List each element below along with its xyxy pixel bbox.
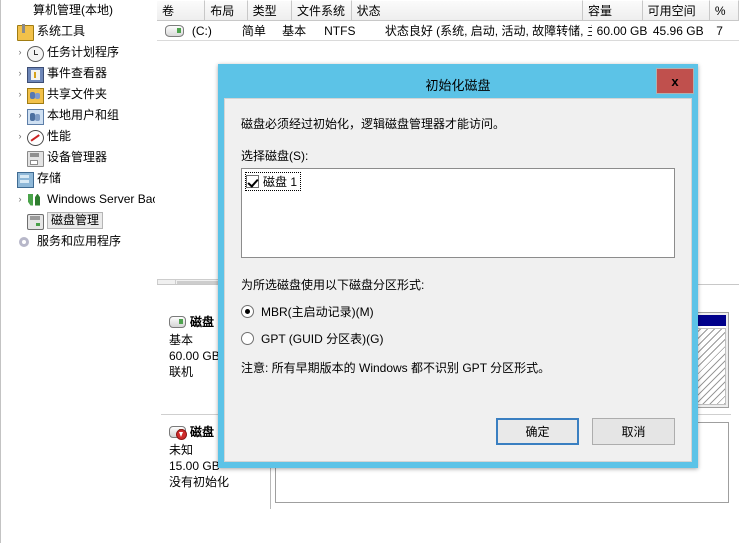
volume-list-header: 卷 布局 类型 文件系统 状态 容量 可用空间 %	[157, 0, 739, 21]
radio-icon[interactable]	[241, 332, 254, 345]
column-header-layout[interactable]: 布局	[205, 0, 248, 20]
expander-icon[interactable]: ›	[14, 42, 26, 63]
column-header-percent[interactable]: %	[709, 0, 739, 20]
dialog-note: 注意: 所有早期版本的 Windows 都不识别 GPT 分区形式。	[241, 361, 551, 375]
cell-capacity: 60.00 GB	[596, 23, 648, 38]
tree-item-label: Windows Server Back	[47, 192, 155, 206]
performance-icon	[26, 129, 44, 146]
ok-button[interactable]: 确定	[496, 418, 579, 445]
tree-item-label: 任务计划程序	[47, 45, 120, 59]
tree-item-local-users[interactable]: › 本地用户和组	[0, 105, 155, 126]
disk-listbox[interactable]: 磁盘 1	[241, 168, 675, 258]
tree-item-label: 本地用户和组	[47, 108, 120, 122]
partition-style-label: 为所选磁盘使用以下磁盘分区形式:	[241, 278, 425, 292]
checkbox-icon[interactable]	[246, 175, 259, 188]
tree-item-label: 设备管理器	[47, 150, 108, 164]
cell-percent: 7	[716, 23, 723, 38]
cancel-button[interactable]: 取消	[592, 418, 675, 445]
tree-item-device-manager[interactable]: 设备管理器	[0, 147, 155, 168]
tree-item-label: 事件查看器	[47, 66, 108, 80]
dialog-titlebar[interactable]: 初始化磁盘 x	[224, 68, 694, 98]
computer-management-window: 算机管理(本地) 系统工具 › 任务计划程序 › 事件查看器 › 共享文件夹 ›…	[0, 0, 739, 543]
computer-icon	[12, 3, 30, 19]
radio-gpt[interactable]: GPT (GUID 分区表)(G)	[241, 330, 675, 347]
disk-state-1: 没有初始化	[169, 475, 230, 489]
tree-item-label: 服务和应用程序	[37, 234, 122, 248]
storage-icon	[16, 171, 34, 188]
column-header-filesystem[interactable]: 文件系统	[292, 0, 352, 20]
uninitialized-disk-icon	[169, 425, 187, 440]
dialog-body: 磁盘必须经过初始化，逻辑磁盘管理器才能访问。 选择磁盘(S): 磁盘 1 为所选…	[224, 98, 692, 462]
tree-item-label: 性能	[47, 129, 72, 143]
tree-item-performance[interactable]: › 性能	[0, 126, 155, 147]
tree-item-label: 磁盘管理	[47, 212, 104, 229]
volume-icon	[157, 24, 192, 37]
expander-icon[interactable]: ›	[14, 84, 26, 105]
tools-icon	[16, 23, 34, 41]
local-users-icon	[26, 108, 44, 125]
column-header-volume[interactable]: 卷	[157, 0, 206, 20]
radio-label: GPT (GUID 分区表)(G)	[261, 332, 384, 346]
shared-folder-icon	[26, 87, 44, 104]
cell-layout: 简单	[241, 24, 266, 38]
tree-item-shared-folders[interactable]: › 共享文件夹	[0, 84, 155, 105]
tree-item-event-viewer[interactable]: › 事件查看器	[0, 63, 155, 84]
tree-item-label: 共享文件夹	[47, 87, 108, 101]
initialize-disk-dialog: 初始化磁盘 x 磁盘必须经过初始化，逻辑磁盘管理器才能访问。 选择磁盘(S): …	[218, 64, 698, 468]
expander-icon[interactable]: ›	[14, 105, 26, 126]
cell-type: 基本	[282, 24, 307, 38]
column-header-free[interactable]: 可用空间	[642, 0, 710, 20]
disk-label: 磁盘	[190, 315, 215, 329]
radio-label: MBR(主启动记录)(M)	[261, 305, 374, 319]
close-icon[interactable]: x	[656, 68, 694, 94]
tree-item-disk-management[interactable]: 磁盘管理	[0, 210, 155, 231]
tree-item-task-scheduler[interactable]: › 任务计划程序	[0, 42, 155, 63]
disk-label: 磁盘	[190, 425, 215, 439]
disk-management-icon	[26, 213, 44, 230]
column-header-status[interactable]: 状态	[351, 0, 583, 20]
tree-item-label: 存储	[37, 171, 62, 185]
tree-item-0[interactable]: 算机管理(本地)	[0, 0, 155, 21]
cell-free-space: 45.96 GB	[652, 23, 704, 38]
cell-volume-name: (C:)	[191, 23, 212, 38]
dialog-buttons: 确定 取消	[496, 418, 675, 445]
column-header-type[interactable]: 类型	[247, 0, 293, 20]
column-header-capacity[interactable]: 容量	[582, 0, 643, 20]
list-item[interactable]: 磁盘 1	[245, 172, 302, 191]
radio-mbr[interactable]: MBR(主启动记录)(M)	[241, 303, 675, 320]
expander-icon[interactable]: ›	[14, 126, 26, 147]
expander-icon[interactable]: ›	[14, 63, 26, 84]
expander-icon[interactable]: ›	[14, 189, 26, 210]
basic-disk-icon	[169, 315, 186, 328]
clock-icon	[26, 45, 44, 62]
tree-item-windows-server-backup[interactable]: › Windows Server Back	[0, 189, 156, 210]
dialog-intro-text: 磁盘必须经过初始化，逻辑磁盘管理器才能访问。	[241, 117, 506, 131]
tree-item-storage[interactable]: 存储	[0, 168, 155, 189]
tree-item-system-tools[interactable]: 系统工具	[0, 21, 155, 42]
cell-filesystem: NTFS	[324, 23, 356, 38]
pane-splitter[interactable]	[0, 0, 1, 543]
table-row[interactable]: (C:) 简单 基本 NTFS 状态良好 (系统, 启动, 活动, 故障转储, …	[157, 21, 739, 40]
dialog-title: 初始化磁盘	[425, 77, 491, 93]
cell-status: 状态良好 (系统, 启动, 活动, 故障转储, 主分区)	[384, 24, 592, 38]
select-disk-label: 选择磁盘(S):	[241, 149, 309, 163]
event-viewer-icon	[26, 66, 44, 83]
console-tree[interactable]: 算机管理(本地) 系统工具 › 任务计划程序 › 事件查看器 › 共享文件夹 ›…	[0, 0, 155, 543]
tree-item-label: 系统工具	[37, 24, 86, 38]
device-manager-icon	[26, 150, 44, 167]
radio-icon[interactable]	[241, 305, 254, 318]
backup-icon	[26, 192, 44, 208]
list-divider	[157, 40, 739, 41]
services-icon	[16, 234, 34, 250]
list-item-label: 磁盘 1	[263, 175, 298, 189]
tree-item-services-and-applications[interactable]: 服务和应用程序	[0, 231, 155, 252]
tree-item-label: 算机管理(本地)	[33, 3, 113, 17]
